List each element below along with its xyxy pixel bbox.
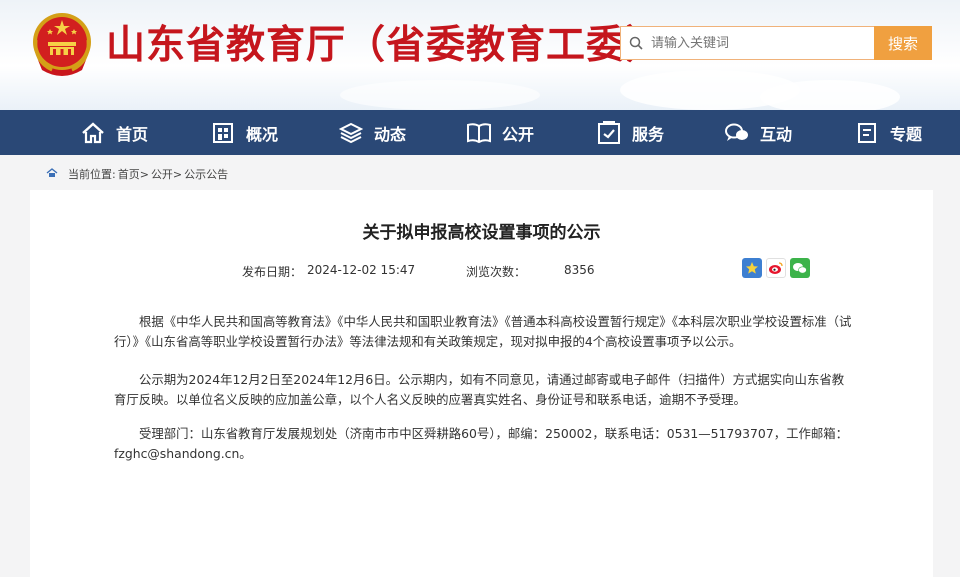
search-box: 搜索 bbox=[620, 26, 932, 60]
book-icon bbox=[466, 120, 492, 146]
nav-label: 互动 bbox=[760, 124, 793, 144]
building-icon bbox=[210, 120, 236, 146]
nav-label: 专题 bbox=[890, 124, 923, 144]
nav-item-home[interactable]: 首页 bbox=[80, 110, 148, 155]
views-label: 浏览次数： bbox=[466, 265, 527, 279]
nav-item-public[interactable]: 公开 bbox=[466, 110, 534, 155]
chat-icon bbox=[724, 120, 750, 146]
breadcrumb-current: 公示公告 bbox=[184, 168, 229, 181]
breadcrumb: 当前位置: 首页> 公开> 公示公告 bbox=[46, 166, 230, 182]
home-icon bbox=[80, 120, 106, 146]
nav-label: 公开 bbox=[502, 124, 535, 144]
share-bar bbox=[742, 258, 810, 278]
layers-icon bbox=[338, 120, 364, 146]
site-title: 山东省教育厅（省委教育工委） bbox=[106, 23, 667, 68]
nav-item-topic[interactable]: 专题 bbox=[854, 110, 922, 155]
breadcrumb-prefix: 当前位置: bbox=[68, 168, 116, 181]
nav-label: 概况 bbox=[246, 124, 279, 144]
article-panel: 关于拟申报高校设置事项的公示 发布日期： 2024-12-02 15:47 浏览… bbox=[30, 190, 933, 577]
site-header: 山东省教育厅（省委教育工委） 搜索 bbox=[0, 0, 960, 110]
article-paragraph: 受理部门：山东省教育厅发展规划处（济南市市中区舜耕路60号），邮编：250002… bbox=[114, 426, 849, 461]
national-emblem-icon bbox=[33, 13, 91, 76]
breadcrumb-home[interactable]: 首页> bbox=[118, 166, 149, 182]
location-home-icon bbox=[46, 167, 58, 181]
article-title: 关于拟申报高校设置事项的公示 bbox=[362, 223, 601, 243]
star-share-icon[interactable] bbox=[742, 258, 762, 278]
wechat-icon[interactable] bbox=[790, 258, 810, 278]
search-input[interactable] bbox=[651, 35, 861, 51]
search-button[interactable]: 搜索 bbox=[874, 26, 932, 60]
publish-date-label: 发布日期： bbox=[242, 265, 303, 279]
article-paragraph: 根据《中华人民共和国高等教育法》《中华人民共和国职业教育法》《普通本科高校设置暂… bbox=[114, 314, 852, 349]
nav-label: 服务 bbox=[632, 124, 665, 144]
nav-label: 动态 bbox=[374, 124, 407, 144]
views-count: 8356 bbox=[564, 263, 595, 277]
topic-icon bbox=[854, 120, 880, 146]
service-icon bbox=[596, 120, 622, 146]
breadcrumb-public[interactable]: 公开> bbox=[151, 166, 182, 182]
main-nav: 首页 概况 动态 公开 服务 互动 专题 bbox=[0, 110, 960, 155]
search-icon bbox=[621, 27, 651, 59]
nav-item-overview[interactable]: 概况 bbox=[210, 110, 278, 155]
nav-item-service[interactable]: 服务 bbox=[596, 110, 664, 155]
nav-label: 首页 bbox=[116, 124, 149, 144]
weibo-icon[interactable] bbox=[766, 258, 786, 278]
publish-date: 2024-12-02 15:47 bbox=[307, 263, 416, 277]
nav-item-interaction[interactable]: 互动 bbox=[724, 110, 792, 155]
article-paragraph: 公示期为2024年12月2日至2024年12月6日。公示期内，如有不同意见，请通… bbox=[114, 372, 845, 407]
nav-item-news[interactable]: 动态 bbox=[338, 110, 406, 155]
